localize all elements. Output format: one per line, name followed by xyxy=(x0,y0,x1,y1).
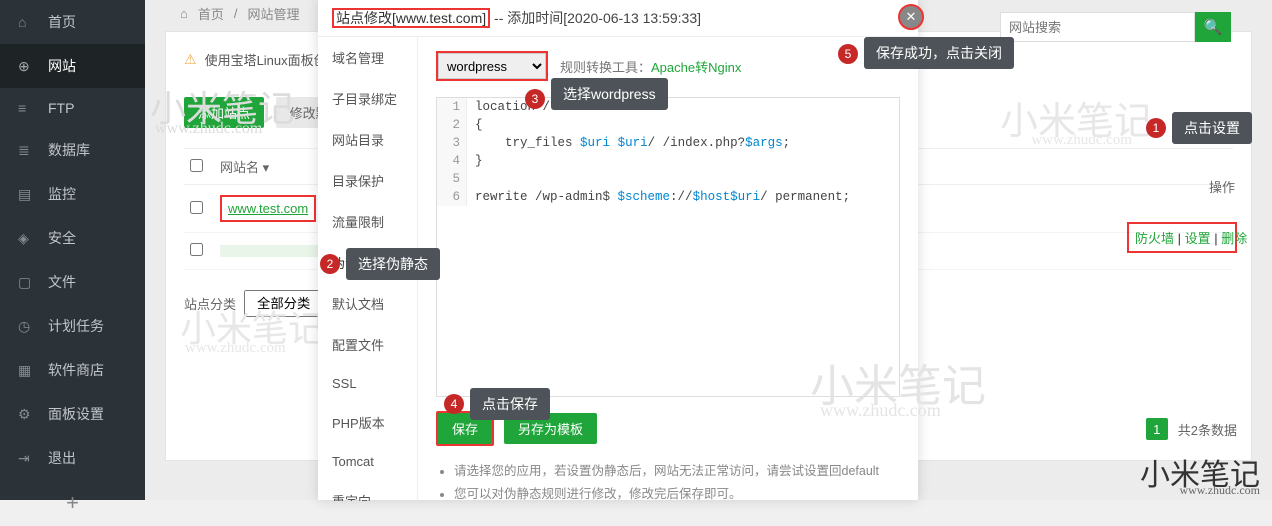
modal-close-button[interactable]: ✕ xyxy=(898,4,924,30)
sidebar-item-database[interactable]: ≣ 数据库 xyxy=(0,128,145,172)
mside-ssl[interactable]: SSL xyxy=(318,365,417,402)
sidebar-item-label: 退出 xyxy=(48,448,76,468)
row-checkbox[interactable] xyxy=(190,243,203,256)
sort-icon: ▾ xyxy=(263,160,270,175)
globe-icon: ⊕ xyxy=(18,58,36,75)
sidebar-item-label: 面板设置 xyxy=(48,404,104,424)
sidebar-item-label: 网站 xyxy=(48,56,76,76)
search-button[interactable]: 🔍 xyxy=(1195,12,1231,42)
mside-defaultdoc[interactable]: 默认文档 xyxy=(318,283,417,324)
sidebar-item-ftp[interactable]: ≡ FTP xyxy=(0,88,145,128)
note-item: 请选择您的应用，若设置伪静态后，网站无法正常访问，请尝试设置回default xyxy=(454,460,900,483)
page-current[interactable]: 1 xyxy=(1146,418,1168,440)
modal-title: 站点修改[www.test.com] -- 添加时间[2020-06-13 13… xyxy=(318,0,918,37)
actions-column: 操作 防火墙 | 设置 | 删除 xyxy=(1127,177,1237,253)
rule-convert-link[interactable]: Apache转Nginx xyxy=(651,60,741,75)
add-site-button[interactable]: 添加站点 xyxy=(184,97,264,128)
sidebar-item-label: 数据库 xyxy=(48,140,90,160)
mside-domain[interactable]: 域名管理 xyxy=(318,37,417,78)
sidebar-item-label: FTP xyxy=(48,100,74,116)
mside-dirprotect[interactable]: 目录保护 xyxy=(318,160,417,201)
select-all-checkbox[interactable] xyxy=(190,159,203,172)
firewall-link[interactable]: 防火墙 xyxy=(1135,231,1174,246)
sidebar-item-security[interactable]: ◈ 安全 xyxy=(0,216,145,260)
callout-5: 5保存成功，点击关闭 xyxy=(838,37,1014,69)
sidebar: ⌂ 首页 ⊕ 网站 ≡ FTP ≣ 数据库 ▤ 监控 ◈ 安全 ▢ 文件 ◷ 计划任务 ▦ 软件商… xyxy=(0,0,145,500)
rule-label: 规则转换工具：Apache转Nginx xyxy=(560,57,741,76)
callout-2: 2选择伪静态 xyxy=(320,248,440,280)
logout-icon: ⇥ xyxy=(18,450,36,467)
page-total: 共2条数据 xyxy=(1178,420,1237,439)
sidebar-item-label: 监控 xyxy=(48,184,76,204)
close-icon: ✕ xyxy=(906,9,917,25)
delete-link[interactable]: 删除 xyxy=(1221,231,1247,246)
sidebar-item-label: 文件 xyxy=(48,272,76,292)
rewrite-template-select[interactable]: wordpress xyxy=(438,53,546,79)
notes: 请选择您的应用，若设置伪静态后，网站无法正常访问，请尝试设置回default 您… xyxy=(436,460,900,501)
sidebar-item-home[interactable]: ⌂ 首页 xyxy=(0,0,145,44)
category-label: 站点分类 xyxy=(184,294,236,313)
mside-config[interactable]: 配置文件 xyxy=(318,324,417,365)
sidebar-item-panel-settings[interactable]: ⚙ 面板设置 xyxy=(0,392,145,436)
home-icon: ⌂ xyxy=(18,14,36,30)
store-icon: ▦ xyxy=(18,362,36,379)
clock-icon: ◷ xyxy=(18,318,36,335)
sidebar-item-cron[interactable]: ◷ 计划任务 xyxy=(0,304,145,348)
mside-redirect[interactable]: 重定向 xyxy=(318,480,417,501)
mside-tomcat[interactable]: Tomcat xyxy=(318,443,417,480)
sidebar-item-website[interactable]: ⊕ 网站 xyxy=(0,44,145,88)
col-site-name[interactable]: 网站名 ▾ xyxy=(220,157,269,176)
callout-1: 1点击设置 xyxy=(1146,112,1252,144)
sidebar-item-monitor[interactable]: ▤ 监控 xyxy=(0,172,145,216)
row-checkbox[interactable] xyxy=(190,201,203,214)
note-item: 您可以对伪静态规则进行修改，修改完后保存即可。 xyxy=(454,483,900,502)
settings-icon: ⚙ xyxy=(18,406,36,423)
modal-main: wordpress 规则转换工具：Apache转Nginx 1location … xyxy=(418,37,918,501)
mside-webdir[interactable]: 网站目录 xyxy=(318,119,417,160)
site-domain-link[interactable]: www.test.com xyxy=(228,201,308,216)
search-input[interactable] xyxy=(1000,12,1195,42)
search-wrap: 🔍 xyxy=(1000,12,1231,42)
breadcrumb-home[interactable]: 首页 xyxy=(198,4,224,23)
sidebar-item-store[interactable]: ▦ 软件商店 xyxy=(0,348,145,392)
mside-php[interactable]: PHP版本 xyxy=(318,402,417,443)
db-icon: ≣ xyxy=(18,142,36,159)
sidebar-item-label: 首页 xyxy=(48,12,76,32)
home-icon: ⌂ xyxy=(180,6,188,21)
ftp-icon: ≡ xyxy=(18,100,36,116)
sidebar-item-label: 软件商店 xyxy=(48,360,104,380)
mside-traffic[interactable]: 流量限制 xyxy=(318,201,417,242)
mside-subdir[interactable]: 子目录绑定 xyxy=(318,78,417,119)
sidebar-item-label: 计划任务 xyxy=(48,316,104,336)
shield-icon: ◈ xyxy=(18,230,36,247)
sidebar-item-files[interactable]: ▢ 文件 xyxy=(0,260,145,304)
callout-3: 3选择wordpress xyxy=(525,78,668,110)
file-icon: ▢ xyxy=(18,274,36,291)
callout-4: 4点击保存 xyxy=(444,388,550,420)
breadcrumb-current: 网站管理 xyxy=(248,4,300,23)
row-actions: 防火墙 | 设置 | 删除 xyxy=(1127,222,1237,253)
monitor-icon: ▤ xyxy=(18,186,36,203)
search-icon: 🔍 xyxy=(1204,18,1223,36)
sidebar-item-logout[interactable]: ⇥ 退出 xyxy=(0,436,145,480)
actions-head: 操作 xyxy=(1127,177,1237,196)
settings-link[interactable]: 设置 xyxy=(1185,231,1211,246)
rewrite-code-editor[interactable]: 1location / 2{ 3 try_files $uri $uri/ /i… xyxy=(436,97,900,397)
pager: 1 共2条数据 xyxy=(1146,418,1237,440)
sidebar-item-label: 安全 xyxy=(48,228,76,248)
warning-icon: ⚠ xyxy=(184,51,197,68)
sidebar-add[interactable]: + xyxy=(0,480,145,526)
